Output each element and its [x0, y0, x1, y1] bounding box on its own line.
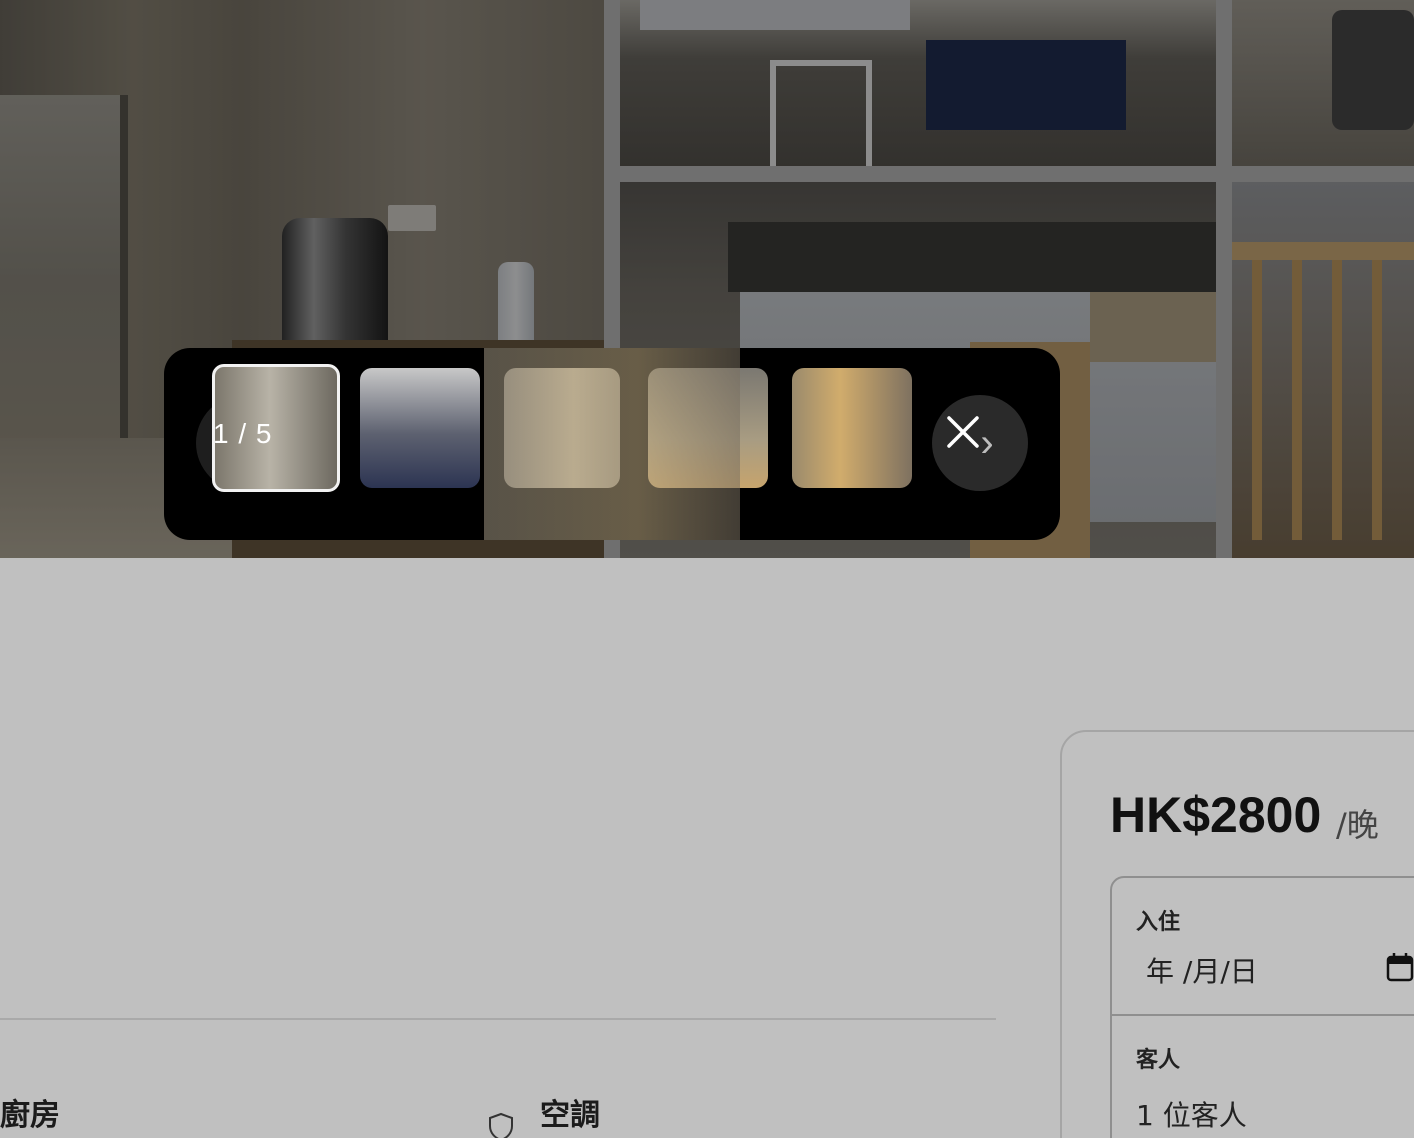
amenity-kitchen: 廚房 — [0, 1098, 60, 1133]
checkin-label: 入住 — [1136, 910, 1181, 935]
guests-label: 客人 — [1136, 1048, 1181, 1073]
chevron-right-icon: › — [980, 420, 994, 465]
amenity-air-conditioning: 空調 — [540, 1098, 600, 1133]
price: HK$2800 — [1110, 787, 1322, 843]
calendar-icon[interactable] — [1386, 952, 1414, 982]
thumbnail-4[interactable] — [648, 368, 768, 488]
checkin-date-input[interactable]: 年 /月/日 — [1146, 950, 1258, 990]
price-unit: /晚 — [1336, 806, 1379, 844]
thumbnail-5[interactable] — [792, 368, 912, 488]
section-divider — [0, 1018, 996, 1020]
thumbnail-2[interactable] — [360, 368, 480, 488]
close-icon[interactable] — [945, 414, 981, 450]
image-counter: 1 / 5 — [213, 418, 273, 449]
shield-icon — [489, 1112, 513, 1138]
thumbnail-3[interactable] — [504, 368, 620, 488]
guests-select[interactable]: 1 位客人 — [1136, 1094, 1247, 1134]
form-divider — [1112, 1014, 1414, 1016]
